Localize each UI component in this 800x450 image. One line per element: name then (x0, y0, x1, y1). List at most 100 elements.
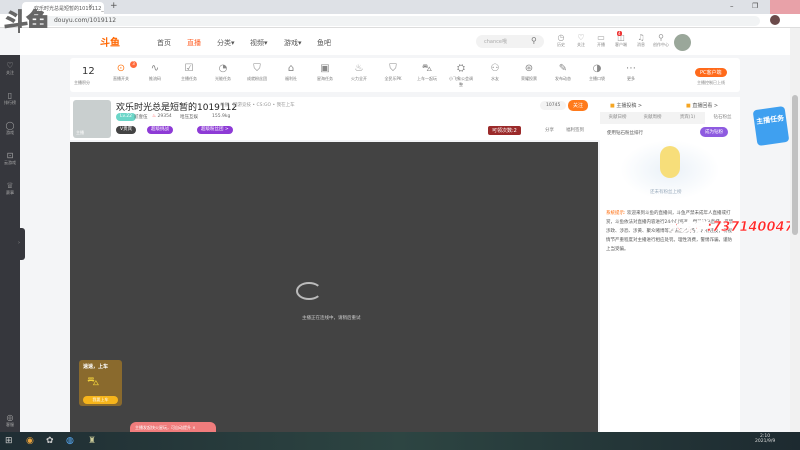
search-icon[interactable]: ⚲ (531, 36, 537, 45)
restore-button[interactable]: ❐ (752, 2, 758, 10)
pc-client-button[interactable]: PC客户端 (695, 68, 727, 77)
sidebar-item[interactable]: ▯ 排行榜 (0, 91, 20, 106)
toolbar-icon: ⌂ (287, 63, 295, 74)
rank-tab[interactable]: 钻石粉丝 (705, 112, 740, 124)
fan-club-badge[interactable]: 超级粉丝团 > (197, 126, 233, 134)
header-item[interactable]: ▭ 开播 (591, 33, 611, 48)
share-button[interactable]: 分享 (545, 127, 554, 133)
sidebar-collapse-handle[interactable]: › (18, 228, 25, 260)
anchor-posts-link[interactable]: ■ 主播投稿 > (610, 102, 642, 109)
nav-games[interactable]: 游戏▾ (284, 38, 302, 48)
sidebar-item[interactable]: ♕ 赛事 (0, 181, 20, 196)
toolbar-item[interactable]: ∿ 推流码 (142, 63, 168, 82)
toolbar-item-label: 火力全开 (351, 76, 367, 81)
sidebar-item-label: 客服 (6, 422, 14, 427)
promo-button[interactable]: 我要上车 (83, 396, 118, 404)
toolbar-item[interactable]: ✎ 发布动态 (550, 63, 576, 82)
header-item[interactable]: ⚲ 创作中心 (651, 33, 671, 48)
toolbar-item[interactable]: ⛍ 上车一起玩 (414, 63, 440, 82)
avatar-tag: 主播 (76, 130, 84, 135)
nav-home[interactable]: 首页 (157, 38, 171, 48)
toolbar-item[interactable]: ▣ 星海任务 (312, 63, 338, 82)
app-icon[interactable]: ♜ (88, 436, 96, 446)
group-watermark: 水友群:737140047 (668, 220, 794, 236)
app-icon[interactable]: ✿ (46, 436, 54, 446)
toolbar-icon: ☑ (184, 63, 194, 74)
challenge-badge[interactable]: 超级挑战 (147, 126, 173, 134)
car-icon: ⛍ (87, 374, 100, 388)
toolbar-icon: ⚇ (490, 63, 500, 74)
close-tab-icon[interactable]: × (88, 3, 93, 10)
header-item-label: 历史 (557, 42, 565, 47)
toolbar-item[interactable]: ⚇ 水友 (482, 63, 508, 82)
toolbar-item-label: 荣耀投票 (521, 76, 537, 81)
checkin-button[interactable]: 福利签到 (566, 127, 584, 133)
header-item[interactable]: ♫ 消息 (631, 33, 651, 48)
new-tab-button[interactable]: + (110, 1, 118, 11)
nav-live[interactable]: 直播 (187, 38, 201, 48)
profile-avatar[interactable] (770, 15, 780, 25)
url-input[interactable]: douyu.com/1019112 (40, 16, 760, 26)
toolbar-item[interactable]: ⋯ 更多 (618, 63, 644, 82)
windows-start-icon[interactable]: ⊞ (5, 436, 13, 446)
toolbar-item-label: 福利社 (285, 76, 297, 81)
header-item-label: 创作中心 (653, 42, 669, 47)
sidebar-icon: ▯ (7, 91, 13, 100)
site-logo[interactable]: 斗鱼 (100, 34, 120, 49)
toolbar-item[interactable]: ◔ 光能任务 (210, 63, 236, 82)
anchor-name: 贰壹伍 (134, 115, 148, 120)
anchor-task-ad[interactable]: 主播任务 (752, 105, 790, 147)
close-window-button[interactable] (770, 0, 800, 14)
toolbar-item-label: 上车一起玩 (417, 76, 437, 81)
scrollbar-thumb[interactable] (792, 95, 798, 235)
become-diamond-button[interactable]: 成为钻粉 (700, 127, 728, 137)
toolbar-item[interactable]: ☑ 主播任务 (176, 63, 202, 82)
live-switch-badge: 3 (130, 61, 137, 68)
header-item[interactable]: ♡ 关注 (571, 33, 591, 48)
room-category[interactable]: 网游竞技 • CS:GO • 我在上车 (233, 102, 295, 108)
app-icon[interactable]: ◍ (66, 436, 74, 446)
toolbar-item-label: 主播口袋 (589, 76, 605, 81)
vip-badge[interactable]: V贵宾 (116, 126, 137, 134)
level-badge: Lv.22 (116, 113, 136, 121)
rank-tab[interactable]: 贵宾(1) (670, 112, 705, 124)
toolbar-item[interactable]: ⊛ 荣耀投票 (516, 63, 542, 82)
user-avatar[interactable] (674, 34, 691, 51)
org-name[interactable]: 哈压互娱 (180, 114, 198, 120)
toolbar-item-label: 小飞象公会调整 (449, 76, 473, 87)
anchor-avatar[interactable]: 主播 (73, 100, 111, 138)
replay-link[interactable]: ■ 直播回看 > (686, 102, 718, 109)
nav-video[interactable]: 视频▾ (250, 38, 268, 48)
follow-button[interactable]: 关注 (568, 100, 589, 111)
nav-fishbar[interactable]: 鱼吧 (317, 38, 331, 48)
hot-count: ♨ 29354 (152, 114, 172, 119)
promo-card[interactable]: 速速，上车 ⛍ 我要上车 (79, 360, 122, 406)
sidebar-item[interactable]: ♡ 关注 (0, 61, 20, 76)
claim-button[interactable]: 可领次数:2 (488, 126, 521, 135)
sidebar-item[interactable]: ◯ 游戏 (0, 121, 20, 136)
rank-tab[interactable]: 贡献周榜 (635, 112, 670, 124)
toolbar-item[interactable]: ◑ 主播口袋 (584, 63, 610, 82)
header-item[interactable]: ◷ 历史 (551, 33, 571, 48)
toolbar-item[interactable]: ⛉ 全民乐PK (380, 63, 406, 82)
toolbar-item-label: 全民乐PK (384, 76, 402, 81)
toolbar-icon: ⛉ (253, 63, 261, 74)
report-link[interactable]: 举报 (220, 102, 229, 108)
video-player[interactable] (70, 142, 598, 432)
sidebar-item-service[interactable]: ◎ 客服 (0, 413, 20, 428)
toolbar-item[interactable]: ⌂ 福利社 (278, 63, 304, 82)
minimize-button[interactable]: – (730, 2, 734, 10)
nav-category[interactable]: 分类▾ (217, 38, 235, 48)
sidebar-item[interactable]: ⊡ 云游戏 (0, 151, 20, 166)
browser-tab-bar (0, 0, 800, 14)
sidebar-icon: ◯ (5, 121, 15, 130)
toolbar-item[interactable]: ⛉ 成就粉丝团 (244, 63, 270, 82)
close-icon[interactable]: × (192, 425, 195, 430)
empty-text: 还未有粉丝上榜 (650, 190, 682, 195)
toolbar-item[interactable]: ⛭ 小飞象公会调整 (448, 63, 474, 88)
chrome-icon[interactable]: ◉ (26, 436, 34, 446)
toolbar-item[interactable]: ♨ 火力全开 (346, 63, 372, 82)
anchor-score-label: 主播积分 (74, 80, 90, 85)
toolbar-item-label: 星海任务 (317, 76, 333, 81)
rank-tab[interactable]: 贡献日榜 (600, 112, 635, 124)
